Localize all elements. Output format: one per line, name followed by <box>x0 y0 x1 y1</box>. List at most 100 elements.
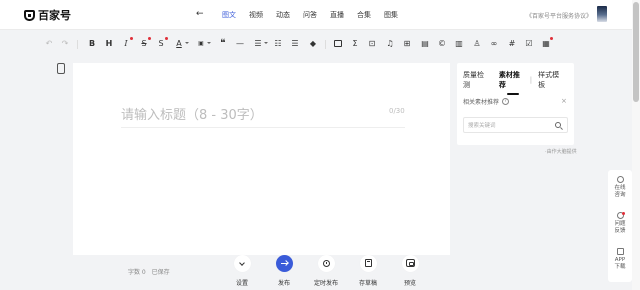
feedback-icon <box>616 212 625 219</box>
image-icon[interactable] <box>333 39 343 49</box>
person-icon[interactable]: ♙ <box>472 39 482 49</box>
chat-icon <box>616 176 624 183</box>
online-consult-button[interactable]: 在线 咨询 <box>608 176 632 199</box>
phone-icon <box>616 248 624 255</box>
online-consult-text: 在线 咨询 <box>614 185 626 198</box>
subscript-icon[interactable]: S <box>156 37 168 49</box>
new-badge <box>148 37 151 40</box>
template-icon[interactable]: ☑ <box>524 39 534 49</box>
online-consult-label: 在线 咨询 <box>614 185 625 198</box>
font-color-icon[interactable]: A <box>174 39 189 49</box>
subscript-glyph: S <box>158 39 164 48</box>
image-frame <box>334 40 342 47</box>
quote-icon[interactable]: ❝ <box>218 39 228 49</box>
avatar[interactable] <box>597 6 607 22</box>
formula-icon[interactable]: Σ <box>350 39 360 49</box>
tab-dynamic[interactable]: 动态 <box>276 10 290 20</box>
schedule-publish-button[interactable]: 定时发布 <box>311 255 341 287</box>
save-status: 已保存 <box>151 269 170 276</box>
store-icon[interactable]: ▥ <box>454 39 464 49</box>
arrow-left-icon[interactable]: ← <box>196 9 204 19</box>
tab-article[interactable]: 图文 <box>222 10 236 20</box>
search-input[interactable] <box>468 121 548 130</box>
logo-text: 百家号 <box>38 9 71 22</box>
logo[interactable]: 百家号 <box>24 7 71 23</box>
align-icon[interactable]: ☰ <box>253 39 268 49</box>
schedule-circle <box>317 255 335 272</box>
draft-circle <box>359 255 377 272</box>
video-icon[interactable]: ⊡ <box>367 39 377 49</box>
redo-icon[interactable]: ↷ <box>60 39 70 49</box>
italic-glyph: I <box>124 39 128 48</box>
feedback-label: 问题 反馈 <box>614 221 626 234</box>
tab-style-template[interactable]: 样式模板 <box>538 70 563 90</box>
word-count: 字数 0 <box>128 269 146 276</box>
publish-circle <box>275 255 293 272</box>
file-icon[interactable]: ▤ <box>420 39 430 49</box>
chevron-down-icon <box>238 260 245 266</box>
font-color-glyph: A <box>176 39 182 48</box>
app-download-label: APP 下载 <box>614 257 626 270</box>
schedule-publish-label: 定时发布 <box>313 280 338 287</box>
close-icon[interactable]: × <box>561 97 567 105</box>
ordered-list-icon[interactable]: ☷ <box>273 39 283 49</box>
help-icon[interactable]: ? <box>502 98 510 105</box>
content-type-tabs: 图文 视频 动态 问答 直播 合集 图集 <box>222 10 411 20</box>
preview-label: 预览 <box>403 280 416 287</box>
heading-icon[interactable]: H <box>104 39 114 49</box>
feedback-button[interactable]: 问题 反馈 <box>608 212 632 235</box>
bold-icon[interactable]: B <box>87 39 97 49</box>
new-badge <box>165 37 168 40</box>
top-bar: 百家号 ← 图文 视频 动态 问答 直播 合集 图集 《百家号平台服务协议》 <box>0 0 640 30</box>
schedule-icon[interactable]: ▦ <box>541 37 553 49</box>
tab-collection[interactable]: 合集 <box>357 10 371 20</box>
panel-tabs: 质量检测 素材推荐 | 样式模板 <box>463 70 574 95</box>
service-agreement-link[interactable]: 《百家号平台服务协议》 <box>526 11 592 20</box>
copyright-icon[interactable]: © <box>437 39 447 49</box>
topic-icon[interactable]: # <box>507 39 517 49</box>
draft-icon <box>364 259 372 267</box>
font-size-icon[interactable]: ▣ <box>196 39 211 49</box>
tab-gallery[interactable]: 图集 <box>384 10 398 20</box>
search-icon[interactable] <box>555 122 561 128</box>
title-underline <box>121 127 405 128</box>
strikethrough-icon[interactable]: S <box>139 37 151 49</box>
tab-quality-check[interactable]: 质量检测 <box>463 70 488 90</box>
section-label: 相关素材推荐 ? <box>463 97 510 106</box>
music-icon[interactable]: ♫ <box>385 39 395 49</box>
arrow-right-icon <box>280 263 288 264</box>
preview-button[interactable]: 预览 <box>395 255 425 287</box>
tab-video[interactable]: 视频 <box>249 10 263 20</box>
save-draft-button[interactable]: 存草稿 <box>353 255 383 287</box>
new-badge <box>550 37 553 40</box>
save-draft-label: 存草稿 <box>358 280 377 287</box>
tab-live[interactable]: 直播 <box>330 10 344 20</box>
tab-divider: | <box>529 76 533 84</box>
new-badge <box>130 37 133 40</box>
undo-icon[interactable]: ↶ <box>44 39 54 49</box>
clear-format-icon[interactable]: ◆ <box>308 39 318 49</box>
scrollbar-thumb[interactable] <box>633 2 639 102</box>
preview-icon <box>405 259 415 267</box>
strike-glyph: S <box>141 39 147 48</box>
document-outline-icon[interactable] <box>57 63 65 74</box>
title-char-count: 0/30 <box>389 107 405 115</box>
table-icon[interactable]: ⊞ <box>402 39 412 49</box>
tab-material-recommend[interactable]: 素材推荐 <box>499 70 524 95</box>
editor-canvas[interactable]: 请输入标题（8 - 30字） 0/30 <box>73 63 450 255</box>
publish-button[interactable]: 发布 <box>269 255 299 287</box>
unordered-list-icon[interactable]: ☰ <box>290 39 300 49</box>
caret-down-icon <box>207 42 211 44</box>
publish-label: 发布 <box>277 280 290 287</box>
italic-icon[interactable]: I <box>121 37 133 49</box>
app-download-button[interactable]: APP 下载 <box>608 248 632 271</box>
keyword-search <box>463 117 568 133</box>
horizontal-rule-icon[interactable]: — <box>235 39 245 49</box>
settings-button[interactable]: 设置 <box>227 255 257 287</box>
tab-qa[interactable]: 问答 <box>303 10 317 20</box>
assistant-panel: 质量检测 素材推荐 | 样式模板 相关素材推荐 ? × <box>457 63 574 145</box>
page-scrollbar[interactable] <box>632 0 640 290</box>
link-icon[interactable]: ∞ <box>489 39 499 49</box>
title-input[interactable]: 请输入标题（8 - 30字） <box>121 104 263 123</box>
settings-circle <box>233 255 251 272</box>
